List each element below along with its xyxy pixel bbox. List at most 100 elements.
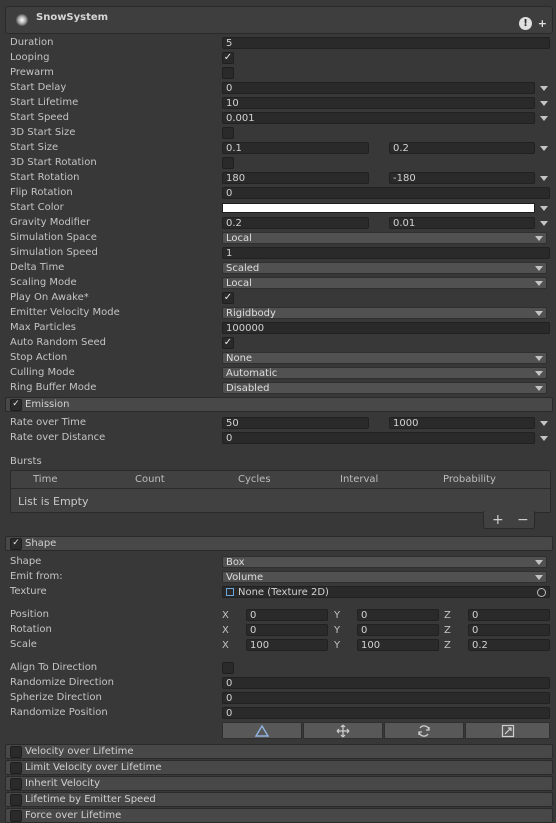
position-x-label: X (222, 610, 229, 621)
position-x-field[interactable]: 0 (246, 609, 328, 621)
start-delay-row: Start Delay 0 (10, 81, 550, 95)
remove-burst-button[interactable]: − (517, 512, 529, 528)
start-lifetime-field[interactable]: 10 (222, 97, 535, 109)
limit-velocity-over-lifetime-module[interactable]: Limit Velocity over Lifetime (5, 760, 553, 775)
rate-over-distance-field[interactable]: 0 (222, 432, 535, 444)
start-size-min-field[interactable]: 0.1 (222, 142, 369, 154)
start-color-mode-icon[interactable] (540, 206, 548, 211)
velocity-over-lifetime-module[interactable]: Velocity over Lifetime (5, 744, 553, 759)
start-speed-mode-icon[interactable] (540, 116, 548, 121)
position-y-field[interactable]: 0 (357, 609, 439, 621)
gravity-modifier-label: Gravity Modifier (10, 217, 91, 228)
start-rotation-3d-label: 3D Start Rotation (10, 157, 97, 168)
edit-shape-button[interactable] (222, 722, 302, 739)
rotate-shape-button[interactable] (384, 722, 464, 739)
gravity-modifier-mode-icon[interactable] (540, 221, 548, 226)
module-checkbox[interactable] (10, 746, 22, 758)
emission-checkbox[interactable]: ✓ (10, 399, 22, 411)
rate-over-time-min-field[interactable]: 50 (222, 417, 369, 429)
scale-z-field[interactable]: 0.2 (468, 639, 550, 651)
looping-checkbox[interactable]: ✓ (222, 52, 234, 64)
start-size-max-field[interactable]: 0.2 (389, 142, 535, 154)
start-delay-field[interactable]: 0 (222, 82, 535, 94)
flip-rotation-field[interactable]: 0 (222, 187, 550, 199)
max-particles-field[interactable]: 100000 (222, 322, 550, 334)
auto-random-seed-label: Auto Random Seed (10, 337, 106, 348)
position-vector: X 0 Y 0 Z 0 (222, 609, 550, 621)
start-color-swatch[interactable] (222, 203, 535, 213)
delta-time-dropdown[interactable]: Scaled (222, 262, 547, 274)
start-rotation-min-field[interactable]: 180 (222, 172, 369, 184)
start-rotation-3d-checkbox[interactable] (222, 157, 234, 169)
module-checkbox[interactable] (10, 762, 22, 774)
rotation-x-field[interactable]: 0 (246, 624, 328, 636)
force-over-lifetime-module[interactable]: Force over Lifetime (5, 808, 553, 823)
start-size-3d-label: 3D Start Size (10, 127, 76, 138)
scaling-mode-dropdown[interactable]: Local (222, 277, 547, 289)
culling-mode-row: Culling Mode Automatic (10, 366, 550, 380)
warning-icon[interactable]: ! (519, 17, 532, 30)
rate-over-time-max-field[interactable]: 1000 (389, 417, 535, 429)
scale-x-field[interactable]: 100 (246, 639, 328, 651)
particle-system-header[interactable]: SnowSystem ! + (5, 6, 553, 34)
start-rotation-mode-icon[interactable] (540, 176, 548, 181)
rate-over-distance-mode-icon[interactable] (540, 436, 548, 441)
align-to-direction-checkbox[interactable] (222, 662, 234, 674)
simulation-space-value: Local (226, 233, 252, 244)
scale-y-label: Y (334, 640, 341, 651)
position-z-field[interactable]: 0 (468, 609, 550, 621)
start-size-3d-checkbox[interactable] (222, 127, 234, 139)
start-size-mode-icon[interactable] (540, 146, 548, 151)
module-checkbox[interactable] (10, 794, 22, 806)
auto-random-seed-checkbox[interactable]: ✓ (222, 337, 234, 349)
rotation-z-field[interactable]: 0 (468, 624, 550, 636)
particle-system-icon (16, 14, 28, 26)
rate-over-time-mode-icon[interactable] (540, 421, 548, 426)
scale-x-label: X (222, 640, 229, 651)
module-title: Inherit Velocity (25, 778, 100, 789)
gravity-modifier-min-field[interactable]: 0.2 (222, 217, 369, 229)
add-icon[interactable]: + (538, 17, 547, 30)
scale-y-field[interactable]: 100 (357, 639, 439, 651)
inherit-velocity-module[interactable]: Inherit Velocity (5, 776, 553, 791)
stop-action-value: None (226, 353, 253, 364)
spherize-direction-field[interactable]: 0 (222, 692, 550, 704)
rotation-y-field[interactable]: 0 (357, 624, 439, 636)
ring-buffer-mode-dropdown[interactable]: Disabled (222, 382, 547, 394)
object-picker-icon[interactable] (537, 588, 546, 597)
emitter-velocity-mode-dropdown[interactable]: Rigidbody (222, 307, 547, 319)
start-speed-field[interactable]: 0.001 (222, 112, 535, 124)
prewarm-row: Prewarm (10, 66, 550, 80)
shape-module-header[interactable]: ✓ Shape (5, 536, 553, 551)
duration-field[interactable]: 5 (222, 37, 550, 49)
shape-type-dropdown[interactable]: Box (222, 556, 547, 568)
prewarm-checkbox[interactable] (222, 67, 234, 79)
module-checkbox[interactable] (10, 810, 22, 822)
module-checkbox[interactable] (10, 778, 22, 790)
emission-module-header[interactable]: ✓ Emission (5, 397, 553, 412)
start-rotation-max-field[interactable]: -180 (389, 172, 535, 184)
emit-from-dropdown[interactable]: Volume (222, 571, 547, 583)
add-burst-button[interactable]: + (492, 512, 504, 528)
bursts-column-time: Time (33, 474, 58, 485)
randomize-direction-field[interactable]: 0 (222, 677, 550, 689)
bursts-column-probability: Probability (443, 474, 496, 485)
lifetime-by-emitter-speed-module[interactable]: Lifetime by Emitter Speed (5, 792, 553, 807)
module-title: Force over Lifetime (25, 810, 122, 821)
start-lifetime-mode-icon[interactable] (540, 101, 548, 106)
scale-shape-button[interactable] (465, 722, 550, 739)
simulation-space-dropdown[interactable]: Local (222, 232, 547, 244)
simulation-speed-field[interactable]: 1 (222, 247, 550, 259)
texture-row: Texture None (Texture 2D) (10, 585, 550, 599)
stop-action-dropdown[interactable]: None (222, 352, 547, 364)
randomize-position-label: Randomize Position (10, 707, 108, 718)
start-delay-mode-icon[interactable] (540, 86, 548, 91)
module-title: Velocity over Lifetime (25, 746, 134, 757)
move-shape-button[interactable] (303, 722, 383, 739)
randomize-position-field[interactable]: 0 (222, 707, 550, 719)
texture-field[interactable]: None (Texture 2D) (222, 586, 550, 598)
shape-checkbox[interactable]: ✓ (10, 538, 22, 550)
culling-mode-dropdown[interactable]: Automatic (222, 367, 547, 379)
play-on-awake-checkbox[interactable]: ✓ (222, 292, 234, 304)
gravity-modifier-max-field[interactable]: 0.01 (389, 217, 535, 229)
